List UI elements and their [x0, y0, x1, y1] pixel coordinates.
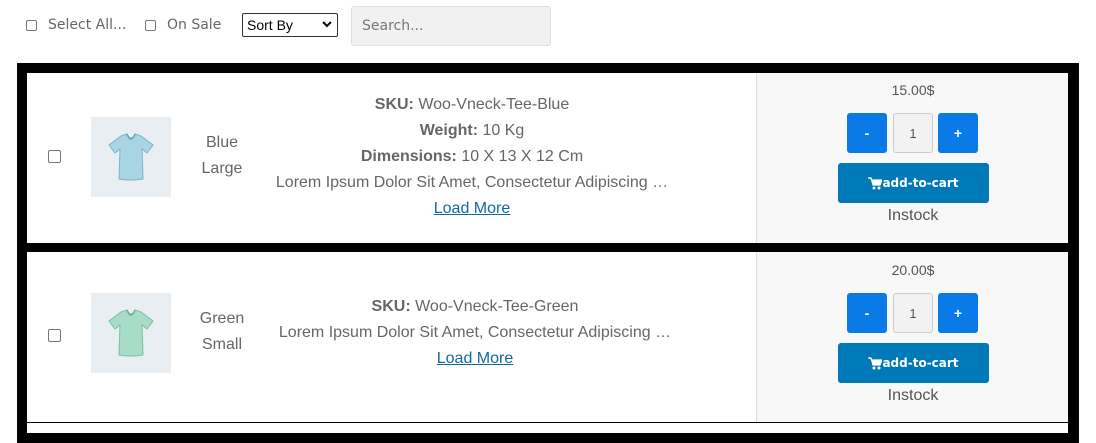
purchase-cell: 20.00$ - 1 + add-to-cart Instock — [756, 252, 1068, 422]
sku-line: SKU: Woo-Vneck-Tee-Blue — [262, 92, 682, 118]
row-select-checkbox[interactable] — [48, 329, 61, 342]
dimensions-label: Dimensions: — [360, 148, 457, 165]
add-to-cart-label: add-to-cart — [882, 356, 959, 370]
variant-color: Blue — [205, 134, 239, 151]
weight-value: 10 Kg — [482, 122, 525, 139]
add-to-cart-button[interactable]: add-to-cart — [838, 163, 989, 203]
load-more-link[interactable]: Load More — [437, 350, 514, 367]
sku-label: SKU: — [374, 96, 414, 113]
product-thumbnail[interactable] — [91, 293, 171, 373]
sort-by-select[interactable]: Sort By — [242, 13, 338, 37]
table-row: Green Small SKU: Woo-Vneck-Tee-Green Lor… — [27, 252, 1068, 422]
quantity-increase-button[interactable]: + — [938, 293, 978, 333]
select-all-checkbox[interactable] — [26, 19, 37, 31]
stock-status: Instock — [887, 387, 939, 404]
product-price: 20.00$ — [891, 262, 935, 278]
search-input[interactable]: Search... — [351, 6, 551, 46]
search-placeholder: Search... — [362, 18, 424, 34]
tshirt-icon — [108, 133, 154, 181]
sku-value: Woo-Vneck-Tee-Green — [415, 298, 579, 315]
weight-line: Weight: 10 Kg — [262, 118, 682, 144]
product-details: SKU: Woo-Vneck-Tee-Green Lorem Ipsum Dol… — [265, 294, 685, 372]
product-price: 15.00$ — [891, 82, 935, 98]
cart-icon — [868, 356, 883, 369]
on-sale-label: On Sale — [167, 17, 222, 33]
chevron-down-icon — [322, 21, 332, 28]
cart-icon — [868, 176, 883, 189]
product-info-cell: Green Small SKU: Woo-Vneck-Tee-Green Lor… — [27, 252, 756, 422]
quantity-field[interactable]: 1 — [893, 113, 933, 153]
variant-size: Large — [201, 160, 243, 177]
sku-value: Woo-Vneck-Tee-Blue — [418, 96, 570, 113]
select-all-label: Select All... — [48, 17, 127, 33]
select-all-control[interactable]: Select All... — [26, 17, 126, 33]
dimensions-line: Dimensions: 10 X 13 X 12 Cm — [262, 144, 682, 170]
sort-by-value: Sort By — [247, 17, 293, 33]
table-row: Blue Large SKU: Woo-Vneck-Tee-Blue Weigh… — [27, 73, 1068, 243]
add-to-cart-button[interactable]: add-to-cart — [838, 343, 989, 383]
table-row — [27, 423, 1068, 433]
sku-label: SKU: — [371, 298, 411, 315]
product-info-cell: Blue Large SKU: Woo-Vneck-Tee-Blue Weigh… — [27, 73, 756, 243]
stock-status: Instock — [887, 207, 939, 224]
purchase-cell: 15.00$ - 1 + add-to-cart Instock — [756, 73, 1068, 243]
quantity-decrease-button[interactable]: - — [847, 293, 887, 333]
product-details: SKU: Woo-Vneck-Tee-Blue Weight: 10 Kg Di… — [262, 92, 682, 222]
load-more-link[interactable]: Load More — [434, 200, 511, 217]
product-description: Lorem Ipsum Dolor Sit Amet, Consectetur … — [278, 324, 672, 341]
product-description: Lorem Ipsum Dolor Sit Amet, Consectetur … — [275, 174, 669, 191]
quantity-stepper: - 1 + — [847, 113, 978, 153]
dimensions-value: 10 X 13 X 12 Cm — [461, 148, 584, 165]
variant-size: Small — [201, 336, 242, 353]
variant-attributes: Blue Large — [177, 130, 267, 182]
on-sale-checkbox[interactable] — [145, 19, 156, 31]
on-sale-control[interactable]: On Sale — [145, 17, 221, 33]
quantity-stepper: - 1 + — [847, 293, 978, 333]
quantity-increase-button[interactable]: + — [938, 113, 978, 153]
tshirt-icon — [108, 309, 154, 357]
row-select-checkbox[interactable] — [48, 150, 61, 163]
quantity-decrease-button[interactable]: - — [847, 113, 887, 153]
variant-attributes: Green Small — [177, 306, 267, 358]
add-to-cart-label: add-to-cart — [882, 176, 959, 190]
sku-line: SKU: Woo-Vneck-Tee-Green — [265, 294, 685, 320]
filter-toolbar: Select All... On Sale Sort By Search... — [0, 0, 1096, 60]
quantity-field[interactable]: 1 — [893, 293, 933, 333]
weight-label: Weight: — [419, 122, 479, 139]
product-thumbnail[interactable] — [91, 117, 171, 197]
variant-color: Green — [199, 310, 245, 327]
